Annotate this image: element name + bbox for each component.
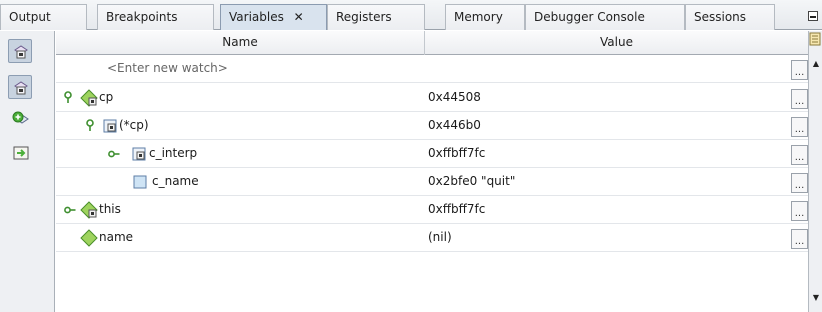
expander-icon[interactable] [64, 205, 76, 215]
ellipsis-button[interactable]: ... [791, 173, 808, 193]
table-row[interactable]: (*cp) 0x446b0 ... [56, 112, 808, 140]
show-locals-button[interactable] [8, 75, 32, 99]
table-row[interactable]: this 0xffbff7fc ... [56, 196, 808, 224]
table-row[interactable]: name (nil) ... [56, 224, 808, 252]
table-header: Name Value [56, 31, 808, 55]
variable-value[interactable]: 0xffbff7fc [428, 146, 485, 160]
tab-label: Sessions [694, 10, 747, 24]
close-icon[interactable]: ✕ [294, 10, 304, 24]
tab-memory[interactable]: Memory [445, 4, 525, 30]
tab-variables[interactable]: Variables ✕ [220, 4, 327, 30]
tab-bar: Output Breakpoints Variables ✕ Registers… [0, 0, 822, 30]
pin-icon[interactable] [86, 119, 94, 132]
scroll-down-arrow-icon[interactable]: ▼ [811, 293, 821, 303]
evaluate-icon [13, 146, 29, 160]
variables-table: Name Value <Enter new watch> ... cp 0x44… [56, 31, 808, 312]
watch-icon [14, 45, 28, 59]
field-icon [132, 147, 146, 161]
variable-value[interactable]: 0x2bfe0 "quit" [428, 174, 515, 188]
variable-value[interactable]: 0xffbff7fc [428, 202, 485, 216]
new-watch-row[interactable]: <Enter new watch> ... [56, 55, 808, 83]
pin-icon[interactable] [64, 91, 72, 104]
variable-name: cp [99, 90, 114, 104]
tab-breakpoints[interactable]: Breakpoints [97, 4, 214, 30]
table-row[interactable]: cp 0x44508 ... [56, 84, 808, 112]
tab-label: Variables [229, 10, 284, 24]
add-watch-icon [12, 111, 29, 124]
expander-icon[interactable] [108, 149, 120, 159]
left-toolbar [0, 31, 55, 312]
tab-registers[interactable]: Registers [327, 4, 425, 30]
column-header-name[interactable]: Name [56, 31, 425, 55]
ellipsis-button[interactable]: ... [791, 229, 808, 249]
variable-value[interactable]: 0x446b0 [428, 118, 481, 132]
ellipsis-button[interactable]: ... [791, 145, 808, 165]
tab-label: Memory [454, 10, 503, 24]
ellipsis-button[interactable]: ... [791, 117, 808, 137]
local-variable-icon [80, 89, 98, 107]
variable-value[interactable]: (nil) [428, 230, 452, 244]
variable-name: c_interp [149, 146, 198, 160]
scroll-up-arrow-icon[interactable]: ▲ [811, 59, 821, 69]
ellipsis-button[interactable]: ... [791, 60, 808, 80]
variable-value[interactable]: 0x44508 [428, 90, 481, 104]
show-watches-button[interactable] [8, 39, 32, 63]
ellipsis-button[interactable]: ... [791, 201, 808, 221]
column-selector-icon[interactable] [809, 32, 821, 46]
tab-sessions[interactable]: Sessions [685, 4, 775, 30]
vertical-scrollbar[interactable]: ▲ ▼ [808, 31, 822, 312]
minimize-icon[interactable] [808, 11, 818, 21]
variable-icon [80, 229, 98, 247]
local-variable-icon [14, 81, 28, 95]
field-icon [103, 119, 117, 133]
column-header-value[interactable]: Value [425, 31, 808, 55]
tab-label: Debugger Console [534, 10, 645, 24]
tab-label: Registers [336, 10, 392, 24]
variable-name: (*cp) [119, 118, 149, 132]
tab-debugger-console[interactable]: Debugger Console [525, 4, 685, 30]
variable-name: name [99, 230, 134, 244]
variable-name: c_name [152, 174, 199, 188]
field-icon [133, 175, 147, 189]
new-watch-button[interactable] [8, 107, 32, 131]
evaluate-expression-button[interactable] [8, 140, 32, 164]
new-watch-input[interactable]: <Enter new watch> [107, 55, 228, 82]
table-row[interactable]: c_name 0x2bfe0 "quit" ... [56, 168, 808, 196]
tab-label: Breakpoints [106, 10, 178, 24]
variable-name: this [99, 202, 121, 216]
tab-label: Output [9, 10, 51, 24]
table-row[interactable]: c_interp 0xffbff7fc ... [56, 140, 808, 168]
tab-output[interactable]: Output [0, 4, 87, 30]
local-variable-icon [80, 201, 98, 219]
ellipsis-button[interactable]: ... [791, 89, 808, 109]
